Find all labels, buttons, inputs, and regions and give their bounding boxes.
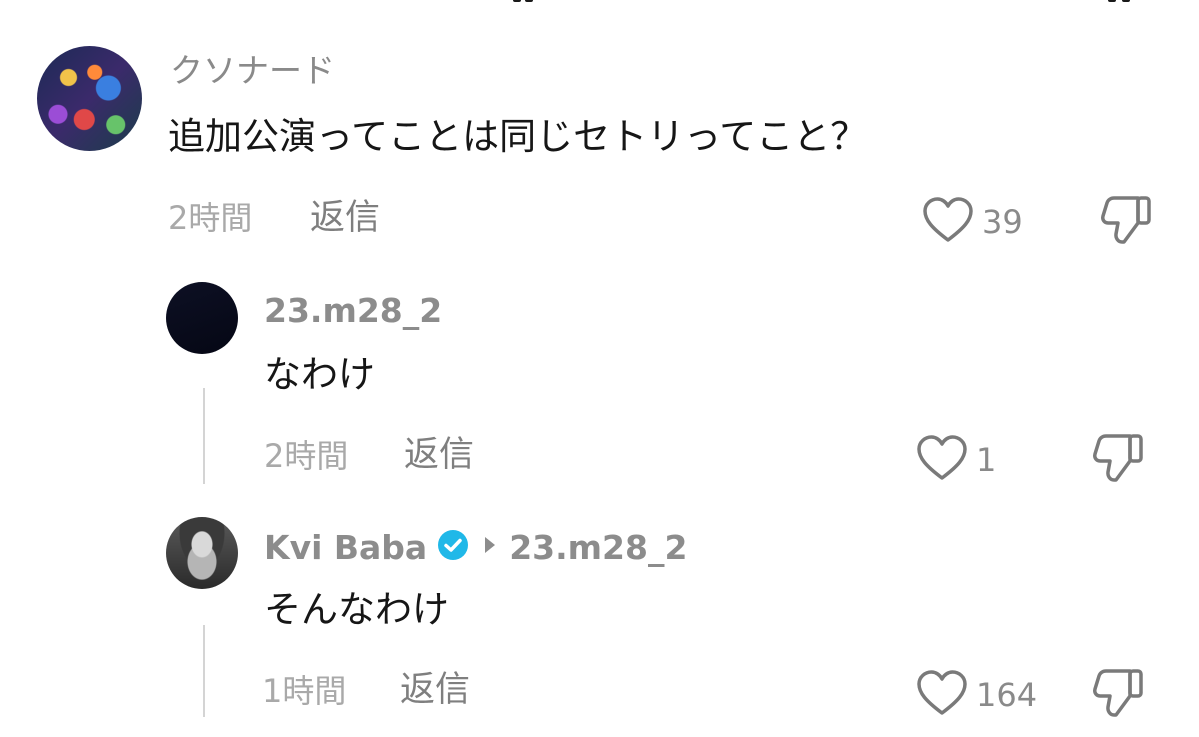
verified-badge-icon: [437, 529, 469, 565]
dislike-button[interactable]: [1092, 667, 1146, 723]
reply-to-username[interactable]: 23.m28_2: [509, 531, 687, 564]
reply-button[interactable]: 返信: [404, 438, 474, 473]
comment-time: 1時間: [262, 672, 347, 710]
avatar[interactable]: [166, 517, 238, 589]
reply-to-header: Kvi Baba 23.m28_2: [264, 529, 687, 565]
comment-username[interactable]: クソナード: [170, 54, 335, 87]
thumbs-down-outline-icon: [1100, 196, 1154, 250]
thumbs-down-outline-icon: [1092, 669, 1146, 723]
comment-time: 2時間: [168, 199, 253, 237]
like-count: 1: [976, 441, 997, 479]
reply-item: Kvi Baba 23.m28_2 そんなわけ 1時間 返信 164: [0, 505, 1199, 737]
heart-outline-icon: [916, 434, 968, 486]
dislike-button[interactable]: [1100, 194, 1154, 250]
triangle-right-icon: [483, 535, 497, 559]
comment-text: なわけ: [264, 353, 375, 396]
thread-line: [203, 625, 205, 717]
like-count: 164: [976, 676, 1038, 714]
like-button[interactable]: 164: [916, 669, 1037, 721]
reply-item: 23.m28_2 なわけ 2時間 返信 1: [0, 270, 1199, 490]
avatar[interactable]: [166, 282, 238, 354]
comment-username[interactable]: Kvi Baba: [264, 531, 427, 564]
reply-button[interactable]: 返信: [310, 201, 380, 236]
thread-line: [203, 388, 205, 484]
like-button[interactable]: 39: [922, 196, 1023, 248]
comment-item: クソナード 追加公演ってことは同じセトリってこと？ 2時間 返信 39: [0, 0, 1199, 260]
like-button[interactable]: 1: [916, 434, 996, 486]
dislike-button[interactable]: [1092, 432, 1146, 488]
heart-outline-icon: [922, 196, 974, 248]
comment-text: 追加公演ってことは同じセトリってこと？: [168, 115, 868, 158]
like-count: 39: [982, 203, 1023, 241]
comment-time: 2時間: [264, 437, 349, 475]
heart-outline-icon: [916, 669, 968, 721]
reply-button[interactable]: 返信: [400, 673, 470, 708]
avatar[interactable]: [37, 46, 142, 151]
comment-text: そんなわけ: [264, 588, 449, 631]
thumbs-down-outline-icon: [1092, 434, 1146, 488]
comment-username[interactable]: 23.m28_2: [264, 294, 442, 327]
